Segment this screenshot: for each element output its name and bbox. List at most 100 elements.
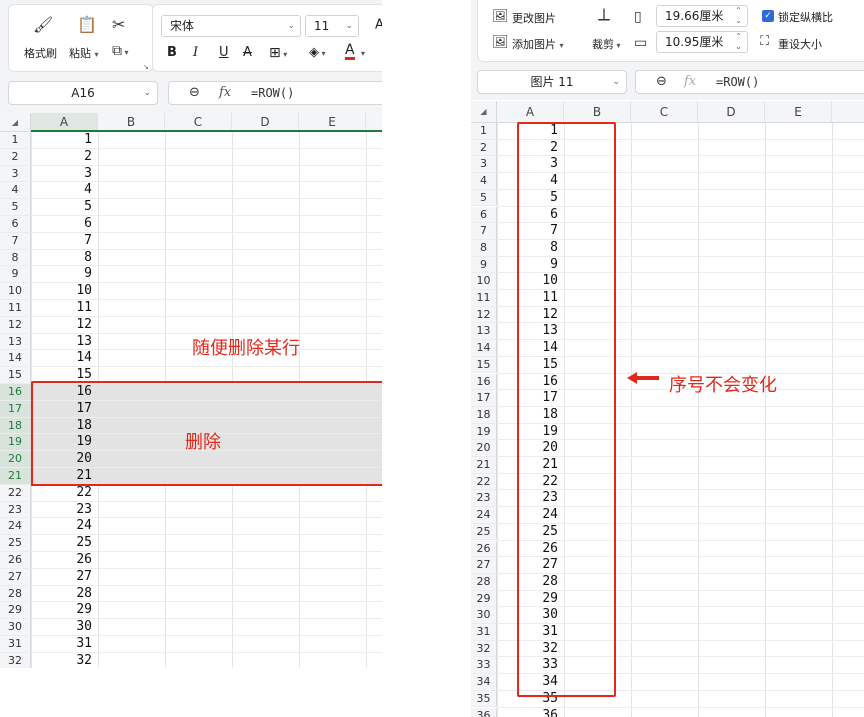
reset-size-button[interactable]: 重设大小: [778, 36, 822, 52]
row-header-16[interactable]: 16: [471, 373, 497, 391]
strikethrough-button[interactable]: A: [243, 45, 252, 60]
cell-a7[interactable]: 7: [31, 233, 92, 250]
zoom-icon[interactable]: ⊖: [189, 85, 200, 101]
cell-a14[interactable]: 14: [31, 350, 92, 367]
row-header-29[interactable]: 29: [0, 602, 31, 620]
row-header-1[interactable]: 1: [0, 132, 31, 149]
cell-a23[interactable]: 23: [31, 502, 92, 519]
row-header-17[interactable]: 17: [471, 390, 497, 407]
row-header-21[interactable]: 21: [0, 468, 31, 485]
row-header-23[interactable]: 23: [0, 501, 31, 519]
cell-a32[interactable]: 32: [31, 653, 92, 668]
row-header-7[interactable]: 7: [471, 223, 497, 240]
cell-a5[interactable]: 5: [31, 199, 92, 216]
picture-width-input[interactable]: 19.66厘米 ⌃ ⌄: [656, 5, 748, 27]
fill-color-icon[interactable]: ◈ ▾: [309, 45, 326, 60]
fx-icon[interactable]: fx: [219, 85, 231, 100]
row-header-24[interactable]: 24: [471, 507, 497, 524]
row-header-22[interactable]: 22: [471, 473, 497, 491]
row-header-19[interactable]: 19: [471, 423, 497, 441]
row-header-23[interactable]: 23: [471, 490, 497, 508]
row-header-13[interactable]: 13: [471, 323, 497, 341]
row-header-31[interactable]: 31: [471, 624, 497, 641]
row-header-21[interactable]: 21: [471, 457, 497, 474]
row-header-12[interactable]: 12: [0, 316, 31, 334]
select-all-corner[interactable]: ◢: [0, 113, 31, 132]
row-header-3[interactable]: 3: [0, 165, 31, 183]
row-header-18[interactable]: 18: [471, 406, 497, 424]
row-header-32[interactable]: 32: [471, 640, 497, 658]
crop-icon[interactable]: ⟂: [598, 6, 610, 24]
row-header-35[interactable]: 35: [471, 690, 497, 708]
row-header-22[interactable]: 22: [0, 484, 31, 502]
cell-a36[interactable]: 36: [497, 708, 558, 717]
column-header-d[interactable]: D: [698, 101, 765, 123]
row-header-32[interactable]: 32: [0, 652, 31, 668]
row-header-29[interactable]: 29: [471, 590, 497, 608]
row-header-6[interactable]: 6: [0, 216, 31, 233]
border-icon[interactable]: ⊞ ▾: [269, 45, 287, 61]
cell-a11[interactable]: 11: [31, 300, 92, 317]
row-header-31[interactable]: 31: [0, 636, 31, 653]
row-header-6[interactable]: 6: [471, 206, 497, 224]
change-picture-icon[interactable]: 🖼: [492, 9, 509, 25]
cut-icon[interactable]: ✂: [112, 17, 125, 33]
row-header-2[interactable]: 2: [471, 139, 497, 157]
row-header-12[interactable]: 12: [471, 306, 497, 324]
row-header-10[interactable]: 10: [471, 273, 497, 290]
row-header-1[interactable]: 1: [471, 123, 497, 140]
row-header-14[interactable]: 14: [471, 340, 497, 357]
chevron-down-icon[interactable]: ▾: [361, 49, 365, 58]
row-header-3[interactable]: 3: [471, 156, 497, 174]
row-header-28[interactable]: 28: [0, 585, 31, 603]
add-picture-icon[interactable]: 🖼: [492, 35, 509, 51]
row-header-11[interactable]: 11: [0, 300, 31, 317]
cell-a4[interactable]: 4: [31, 182, 92, 199]
row-header-30[interactable]: 30: [0, 619, 31, 636]
row-header-14[interactable]: 14: [0, 350, 31, 368]
cell-a24[interactable]: 24: [31, 518, 92, 535]
row-header-9[interactable]: 9: [471, 256, 497, 274]
row-header-9[interactable]: 9: [0, 266, 31, 284]
select-all-corner[interactable]: ◢: [471, 101, 497, 123]
zoom-icon[interactable]: ⊖: [656, 74, 667, 90]
paste-button[interactable]: 粘贴 ▾: [69, 45, 99, 61]
row-header-19[interactable]: 19: [0, 434, 31, 452]
format-painter-icon[interactable]: 🖌: [33, 17, 53, 33]
cell-a31[interactable]: 31: [31, 636, 92, 653]
column-header-e[interactable]: E: [765, 101, 832, 123]
cell-a29[interactable]: 29: [31, 602, 92, 619]
row-header-33[interactable]: 33: [471, 657, 497, 675]
row-header-15[interactable]: 15: [0, 367, 31, 384]
row-header-13[interactable]: 13: [0, 333, 31, 351]
column-header-b[interactable]: B: [564, 101, 631, 123]
cell-a8[interactable]: 8: [31, 250, 92, 267]
formula-input[interactable]: ⊖ fx =ROW(): [635, 70, 864, 94]
row-header-25[interactable]: 25: [0, 535, 31, 552]
add-picture-button[interactable]: 添加图片 ▾: [512, 36, 564, 52]
row-header-36[interactable]: 36: [471, 707, 497, 717]
copy-icon[interactable]: ⧉ ▾: [112, 43, 129, 61]
row-header-25[interactable]: 25: [471, 523, 497, 541]
row-header-5[interactable]: 5: [471, 189, 497, 207]
underline-button[interactable]: U: [219, 45, 229, 60]
cell-a30[interactable]: 30: [31, 619, 92, 636]
row-header-28[interactable]: 28: [471, 573, 497, 591]
lock-ratio-checkbox[interactable]: ✓: [762, 10, 774, 22]
cell-a28[interactable]: 28: [31, 586, 92, 603]
row-header-11[interactable]: 11: [471, 290, 497, 307]
name-box[interactable]: A16 ⌄: [8, 81, 158, 105]
row-header-16[interactable]: 16: [0, 384, 31, 401]
cell-a10[interactable]: 10: [31, 283, 92, 300]
cell-a9[interactable]: 9: [31, 266, 92, 283]
fx-icon[interactable]: fx: [684, 74, 696, 89]
spinner-icon[interactable]: ⌃ ⌄: [735, 6, 742, 26]
font-color-button[interactable]: A: [345, 43, 355, 60]
row-header-27[interactable]: 27: [471, 557, 497, 574]
row-header-26[interactable]: 26: [471, 540, 497, 558]
paste-icon[interactable]: 📋: [77, 17, 97, 33]
row-header-10[interactable]: 10: [0, 283, 31, 300]
row-header-17[interactable]: 17: [0, 400, 31, 418]
row-header-5[interactable]: 5: [0, 199, 31, 216]
row-header-24[interactable]: 24: [0, 518, 31, 536]
